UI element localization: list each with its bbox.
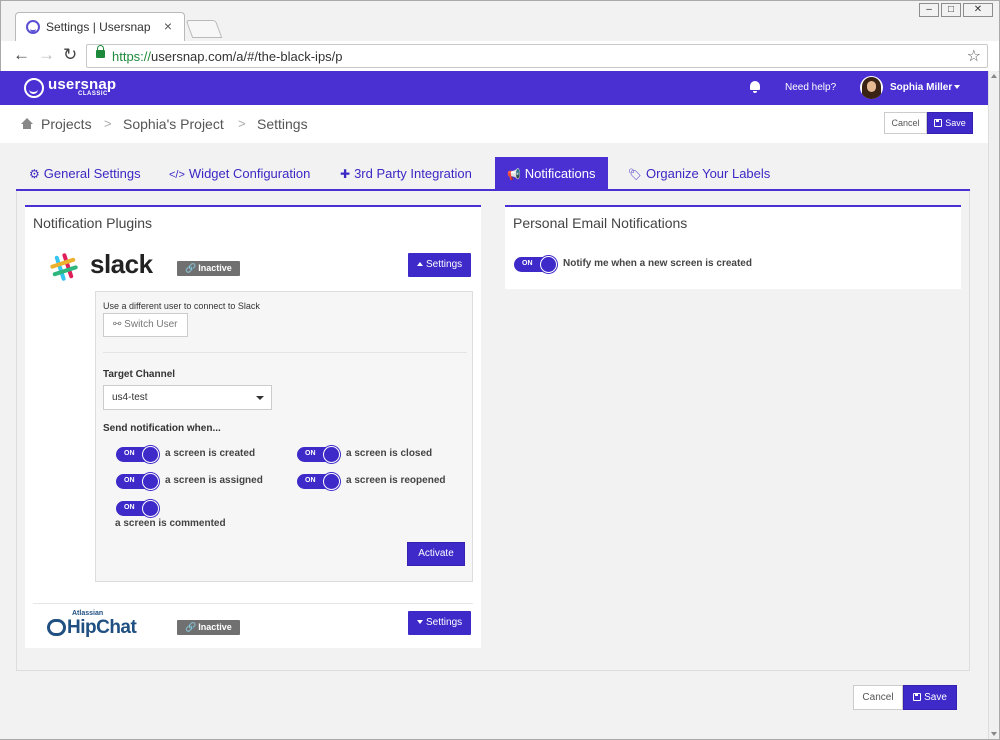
target-channel-label: Target Channel — [103, 369, 176, 380]
caret-down-icon — [954, 85, 961, 90]
forward-arrow-icon[interactable]: → — [38, 45, 55, 65]
hipchat-logo: Atlassian HipChat — [47, 610, 147, 642]
hipchat-wordmark: HipChat — [67, 617, 137, 638]
link-icon: 🔗 — [185, 622, 197, 632]
browser-tab[interactable]: Settings | Usersnap × — [15, 12, 185, 41]
scroll-down-icon[interactable] — [991, 732, 997, 736]
toggle-label: a screen is commented — [115, 518, 226, 529]
toggle-email-new-screen[interactable]: ON — [514, 256, 557, 273]
logo-subtitle: CLASSIC — [78, 91, 108, 97]
usersnap-favicon-icon — [26, 20, 40, 34]
tab-organize-labels[interactable]: 🏷 Organize Your Labels — [628, 157, 770, 191]
footer-cancel-button[interactable]: Cancel — [853, 685, 903, 710]
tab-widget-configuration[interactable]: </> Widget Configuration — [169, 157, 310, 191]
url-text: https://usersnap.com/a/#/the-black-ips/p — [112, 49, 343, 64]
new-tab-button[interactable] — [185, 20, 223, 38]
switch-user-hint: Use a different user to connect to Slack — [103, 301, 260, 311]
toggle-screen-reopened[interactable]: ON — [297, 473, 340, 490]
puzzle-icon: ✚ — [340, 167, 351, 181]
avatar[interactable] — [860, 76, 883, 99]
header-cancel-button[interactable]: Cancel — [884, 112, 927, 134]
activate-button[interactable]: Activate — [407, 542, 465, 566]
bookmark-star-icon[interactable]: ☆ — [967, 46, 981, 66]
plugin-divider — [33, 603, 473, 604]
browser-toolbar: ← → ↻ https://usersnap.com/a/#/the-black… — [1, 41, 999, 72]
panel-title: Personal Email Notifications — [513, 215, 688, 231]
code-icon: </> — [169, 169, 185, 181]
browser-titlebar: Settings | Usersnap × – □ ✕ — [1, 1, 999, 41]
toggle-label: a screen is reopened — [346, 475, 446, 486]
toggle-label: a screen is created — [165, 448, 256, 459]
notification-plugins-panel: Notification Plugins slack 🔗 Inactive Set… — [25, 205, 481, 648]
slack-logo-icon — [50, 253, 78, 281]
settings-tabs: ⚙ General Settings </> Widget Configuratio… — [16, 157, 970, 191]
slack-status-badge: 🔗 Inactive — [177, 261, 240, 276]
tab-title: Settings | Usersnap — [46, 20, 151, 34]
footer-save-button[interactable]: Save — [903, 685, 957, 710]
toggle-label: a screen is closed — [346, 448, 433, 459]
scroll-up-icon[interactable] — [991, 74, 997, 78]
tab-content: Notification Plugins slack 🔗 Inactive Set… — [16, 191, 970, 671]
bell-icon[interactable] — [749, 81, 761, 93]
reload-icon[interactable]: ↻ — [63, 45, 77, 65]
hipchat-bubble-icon — [47, 619, 66, 636]
hipchat-settings-button[interactable]: Settings — [408, 611, 472, 635]
breadcrumb-settings: Settings — [257, 116, 308, 132]
slack-wordmark: slack — [90, 249, 153, 279]
divider — [103, 352, 467, 353]
header-save-button[interactable]: Save — [927, 112, 973, 134]
caret-down-icon — [417, 620, 423, 624]
breadcrumb-separator: > — [238, 116, 246, 131]
back-arrow-icon[interactable]: ← — [13, 45, 30, 65]
breadcrumb: Projects > Sophia's Project > Settings C… — [0, 105, 988, 143]
toggle-screen-commented[interactable]: ON — [116, 500, 159, 517]
hipchat-status-badge: 🔗 Inactive — [177, 620, 240, 635]
app-navbar: usersnap CLASSIC Need help? Sophia Mille… — [0, 71, 988, 105]
page-viewport: usersnap CLASSIC Need help? Sophia Mille… — [0, 71, 988, 739]
lock-icon — [96, 45, 105, 58]
tab-general-settings[interactable]: ⚙ General Settings — [29, 157, 141, 191]
footer-actions: Cancel Save — [0, 671, 988, 739]
hipchat-vendor: Atlassian — [72, 610, 104, 617]
dropdown-caret-icon — [256, 396, 264, 400]
unlink-icon: ⚯ — [113, 319, 125, 330]
tab-notifications[interactable]: 📢 Notifications — [495, 157, 608, 191]
save-icon — [934, 119, 943, 127]
toggle-screen-created[interactable]: ON — [116, 446, 159, 463]
send-notification-label: Send notification when... — [103, 423, 221, 434]
target-channel-select[interactable]: us4-test — [103, 385, 272, 410]
user-menu[interactable]: Sophia Miller — [890, 82, 961, 93]
breadcrumb-project[interactable]: Sophia's Project — [123, 116, 224, 132]
gear-icon: ⚙ — [29, 167, 40, 181]
switch-user-button[interactable]: ⚯ Switch User — [103, 313, 188, 337]
breadcrumb-separator: > — [104, 116, 112, 131]
toggle-label: Notify me when a new screen is created — [563, 258, 752, 269]
panel-title: Notification Plugins — [33, 215, 153, 231]
slack-settings-button[interactable]: Settings — [408, 253, 472, 277]
tags-icon: 🏷 — [628, 169, 642, 181]
toggle-label: a screen is assigned — [165, 475, 263, 486]
link-icon: 🔗 — [185, 263, 197, 273]
maximize-button[interactable]: □ — [941, 3, 961, 17]
caret-up-icon — [417, 262, 423, 266]
bullhorn-icon: 📢 — [507, 169, 521, 181]
save-icon — [913, 693, 922, 701]
home-icon — [21, 118, 33, 129]
address-bar[interactable]: https://usersnap.com/a/#/the-black-ips/p… — [86, 44, 988, 68]
tab-3rd-party-integration[interactable]: ✚ 3rd Party Integration — [340, 157, 472, 191]
slack-settings-box: Use a different user to connect to Slack… — [95, 291, 473, 582]
page-scrollbar[interactable] — [988, 71, 998, 739]
breadcrumb-projects[interactable]: Projects — [41, 116, 92, 132]
window-close-button[interactable]: ✕ — [963, 3, 993, 17]
tab-close-icon[interactable]: × — [164, 18, 172, 34]
need-help-link[interactable]: Need help? — [785, 82, 836, 93]
personal-email-panel: Personal Email Notifications ON Notify m… — [505, 205, 961, 289]
usersnap-logo-icon — [24, 78, 44, 98]
toggle-screen-assigned[interactable]: ON — [116, 473, 159, 490]
minimize-button[interactable]: – — [919, 3, 939, 17]
toggle-screen-closed[interactable]: ON — [297, 446, 340, 463]
